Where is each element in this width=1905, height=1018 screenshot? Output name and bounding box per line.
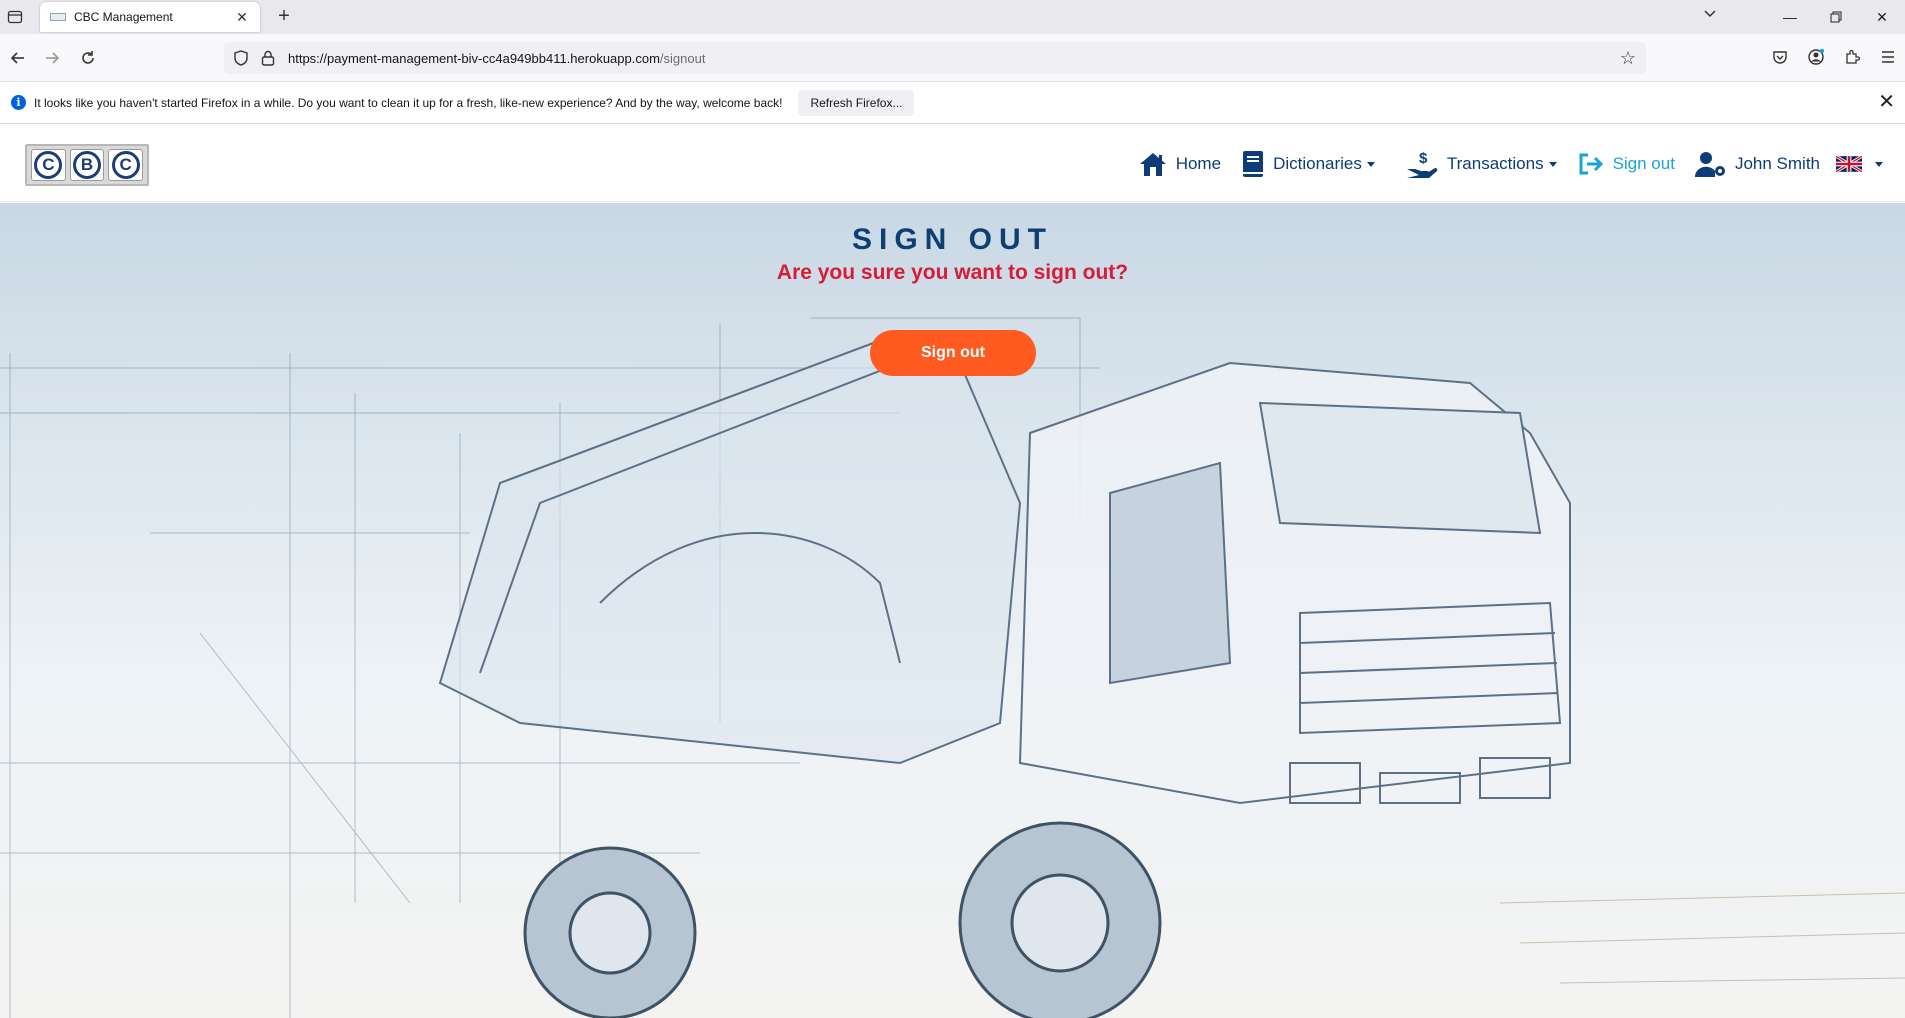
- tab-close-icon[interactable]: ✕: [234, 9, 250, 26]
- url-text: https://payment-management-biv-cc4a949bb…: [288, 50, 706, 66]
- hand-dollar-icon: $: [1406, 150, 1438, 178]
- home-icon: [1139, 153, 1166, 176]
- browser-toolbar: https://payment-management-biv-cc4a949bb…: [0, 34, 1905, 82]
- nav-dictionaries-label: Dictionaries: [1273, 154, 1362, 173]
- cbc-logo[interactable]: C B C: [25, 144, 149, 186]
- signout-hero: SIGN OUT Are you sure you want to sign o…: [0, 203, 1905, 1018]
- nav-user[interactable]: John Smith: [1694, 150, 1883, 178]
- nav-user-label: John Smith: [1734, 154, 1820, 173]
- nav-signout-label: Sign out: [1612, 154, 1675, 173]
- page-title: SIGN OUT: [851, 223, 1053, 256]
- nav-transactions-label: Transactions: [1446, 154, 1544, 173]
- logo-tile-3: C: [108, 149, 144, 181]
- minimize-icon[interactable]: —: [1767, 0, 1813, 34]
- nav-dictionaries[interactable]: Dictionaries: [1241, 150, 1375, 178]
- pocket-icon[interactable]: [1769, 46, 1791, 68]
- chevron-down-icon[interactable]: [1875, 161, 1883, 167]
- list-all-tabs-icon[interactable]: [1703, 6, 1717, 22]
- info-icon: i: [11, 95, 26, 110]
- tracking-protection-icon[interactable]: [232, 49, 250, 67]
- tab-favicon-icon: [50, 13, 66, 21]
- notification-close-icon[interactable]: ✕: [1878, 92, 1895, 112]
- lock-icon[interactable]: [260, 49, 276, 67]
- logo-tile-2: B: [69, 149, 105, 181]
- svg-text:$: $: [1419, 150, 1428, 167]
- chevron-down-icon: [1548, 161, 1557, 167]
- close-window-icon[interactable]: ✕: [1859, 0, 1905, 34]
- tab-list-icon[interactable]: [4, 6, 26, 28]
- reload-icon[interactable]: [76, 46, 100, 70]
- confirm-signout-button[interactable]: Sign out: [870, 330, 1036, 376]
- bookmark-star-icon[interactable]: ☆: [1620, 48, 1636, 69]
- logo-letter-1: C: [34, 151, 63, 179]
- logo-letter-3: C: [111, 151, 140, 179]
- sign-out-icon: [1579, 153, 1603, 175]
- address-bar[interactable]: https://payment-management-biv-cc4a949bb…: [224, 42, 1646, 74]
- nav-home[interactable]: Home: [1138, 151, 1221, 177]
- book-icon: [1243, 151, 1264, 177]
- new-tab-icon[interactable]: +: [273, 5, 295, 28]
- notification-message: It looks like you haven't started Firefo…: [34, 95, 783, 110]
- forward-icon[interactable]: [40, 46, 64, 70]
- nav-signout[interactable]: Sign out: [1577, 152, 1675, 176]
- account-icon[interactable]: [1805, 46, 1827, 68]
- window-controls: — ✕: [1767, 0, 1905, 34]
- user-settings-icon: [1694, 152, 1725, 177]
- menu-icon[interactable]: [1877, 46, 1899, 68]
- chevron-down-icon: [1366, 161, 1375, 167]
- refresh-firefox-button[interactable]: Refresh Firefox...: [798, 89, 915, 116]
- extensions-icon[interactable]: [1841, 46, 1863, 68]
- restore-icon[interactable]: [1813, 0, 1859, 34]
- signout-question: Are you sure you want to sign out?: [776, 261, 1129, 284]
- browser-tabstrip: CBC Management ✕ + — ✕: [0, 0, 1905, 34]
- nav-home-label: Home: [1175, 154, 1222, 173]
- uk-flag-icon[interactable]: [1836, 156, 1862, 172]
- logo-tile-1: C: [31, 149, 66, 181]
- logo-letter-2: B: [73, 151, 101, 179]
- app-header: C B C Home Dictionaries $ Transactions S…: [0, 126, 1905, 202]
- main-nav: Home Dictionaries $ Transactions Sign ou…: [1118, 126, 1883, 202]
- back-icon[interactable]: [6, 46, 30, 70]
- nav-transactions[interactable]: $ Transactions: [1405, 149, 1557, 179]
- truck-blueprint-illustration: [0, 317, 1905, 1018]
- browser-tab[interactable]: CBC Management ✕: [40, 2, 260, 32]
- tab-title: CBC Management: [74, 10, 173, 24]
- firefox-notification-bar: i It looks like you haven't started Fire…: [0, 82, 1905, 124]
- toolbar-icons: [1769, 46, 1899, 68]
